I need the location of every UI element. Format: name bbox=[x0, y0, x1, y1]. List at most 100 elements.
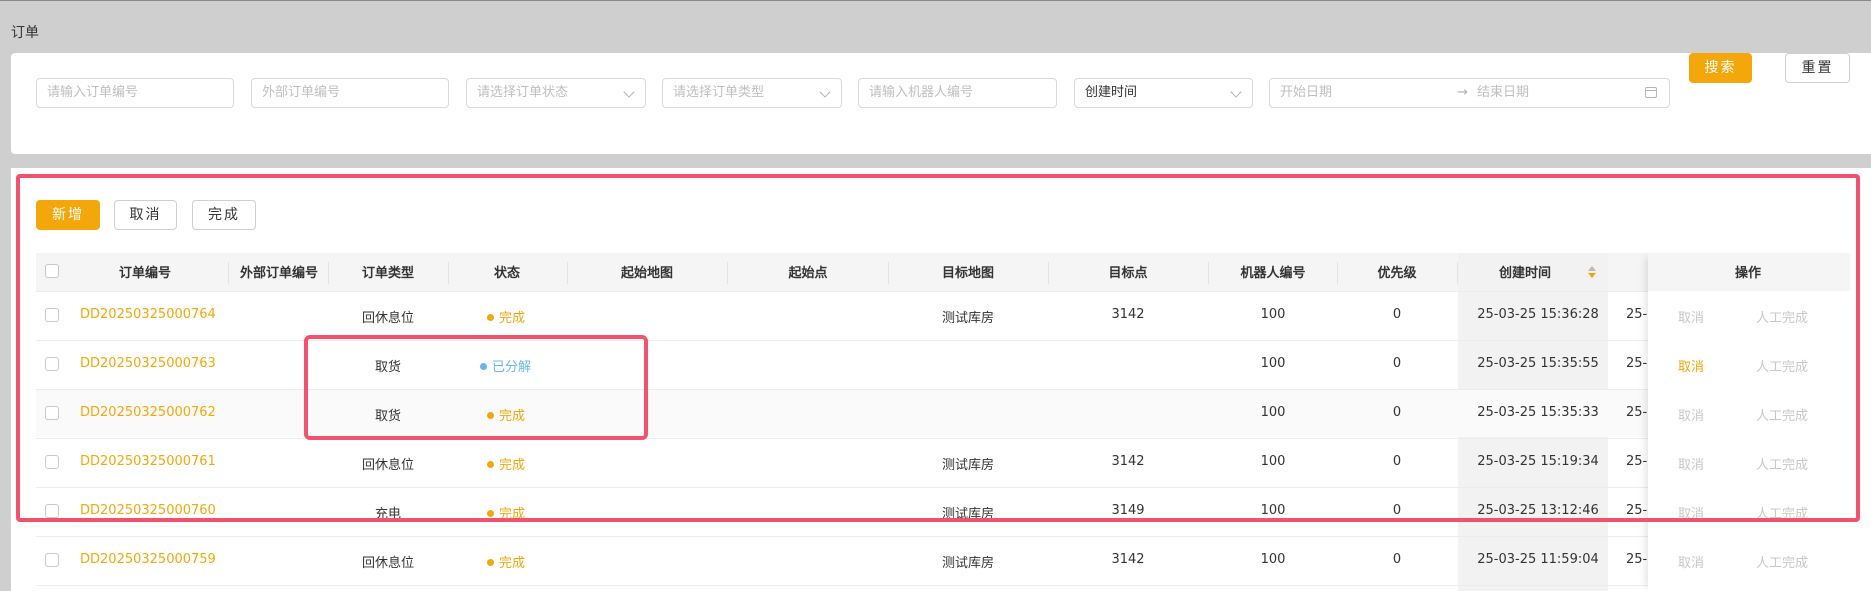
column-divider bbox=[727, 262, 728, 284]
add-button[interactable]: 新增 bbox=[36, 200, 100, 230]
target-point: 3142 bbox=[1111, 552, 1145, 567]
row-checkbox[interactable] bbox=[45, 553, 59, 567]
col-order-no: 订单编号 bbox=[118, 266, 171, 281]
robot-no: 100 bbox=[1260, 503, 1286, 518]
row-divider bbox=[36, 585, 1850, 586]
col-order-type: 订单类型 bbox=[361, 266, 414, 281]
col-robot-no: 机器人编号 bbox=[1240, 266, 1306, 281]
target-point: 3142 bbox=[1111, 454, 1145, 469]
row-cancel-link[interactable]: 取消 bbox=[1678, 503, 1704, 522]
row-checkbox[interactable] bbox=[45, 406, 59, 420]
status-badge: 已分解 bbox=[480, 356, 531, 375]
priority: 0 bbox=[1392, 356, 1402, 371]
robot-no: 100 bbox=[1260, 405, 1286, 420]
row-divider bbox=[36, 291, 1850, 292]
external-order-no-input[interactable]: 外部订单编号 bbox=[251, 78, 449, 108]
target-map: 测试库房 bbox=[941, 311, 994, 326]
target-point: 3149 bbox=[1111, 503, 1145, 518]
row-manual-complete-link[interactable]: 人工完成 bbox=[1756, 552, 1808, 571]
order-no-link[interactable]: DD20250325000764 bbox=[80, 307, 216, 322]
order-no-link[interactable]: DD20250325000763 bbox=[80, 356, 216, 371]
start-date-placeholder: 开始日期 bbox=[1280, 85, 1333, 100]
calendar-icon bbox=[1645, 87, 1657, 98]
chevron-down-icon bbox=[623, 86, 635, 98]
row-divider bbox=[36, 389, 1850, 390]
complete-button[interactable]: 完成 bbox=[192, 200, 256, 230]
sort-ascending-icon[interactable] bbox=[1588, 266, 1596, 271]
row-cancel-link[interactable]: 取消 bbox=[1678, 307, 1704, 326]
priority: 0 bbox=[1392, 454, 1402, 469]
row-manual-complete-link[interactable]: 人工完成 bbox=[1756, 405, 1808, 424]
created-time: 25-03-25 13:12:46 bbox=[1477, 503, 1599, 518]
chevron-down-icon bbox=[1230, 86, 1242, 98]
priority: 0 bbox=[1392, 503, 1402, 518]
col-status: 状态 bbox=[493, 266, 520, 281]
col-start-point: 起始点 bbox=[788, 266, 828, 281]
col-created-time[interactable]: 创建时间 bbox=[1475, 262, 1575, 281]
row-manual-complete-link[interactable]: 人工完成 bbox=[1756, 454, 1808, 473]
order-no-link[interactable]: DD20250325000759 bbox=[80, 552, 216, 567]
row-divider bbox=[36, 536, 1850, 537]
row-cancel-link[interactable]: 取消 bbox=[1678, 405, 1704, 424]
status-text: 完成 bbox=[499, 507, 526, 522]
filter-panel: 请输入订单编号 外部订单编号 请选择订单状态 请选择订单类型 请输入机器人编号 … bbox=[11, 53, 1871, 154]
row-cancel-link[interactable]: 取消 bbox=[1678, 356, 1704, 375]
truncated-cell: 25- bbox=[1626, 552, 1648, 567]
order-no-input[interactable]: 请输入订单编号 bbox=[36, 78, 234, 108]
status-text: 完成 bbox=[499, 458, 526, 473]
top-border bbox=[0, 0, 1871, 1]
row-checkbox[interactable] bbox=[45, 308, 59, 322]
column-divider bbox=[1457, 262, 1458, 284]
row-checkbox[interactable] bbox=[45, 455, 59, 469]
column-divider bbox=[567, 262, 568, 284]
order-no-link[interactable]: DD20250325000762 bbox=[80, 405, 216, 420]
created-time: 25-03-25 15:35:33 bbox=[1477, 405, 1599, 420]
robot-no: 100 bbox=[1260, 454, 1286, 469]
order-type-select[interactable]: 请选择订单类型 bbox=[662, 78, 842, 108]
sort-descending-icon[interactable] bbox=[1588, 273, 1596, 278]
order-type: 取货 bbox=[374, 360, 401, 375]
target-map: 测试库房 bbox=[941, 556, 994, 571]
created-time: 25-03-25 15:19:34 bbox=[1477, 454, 1599, 469]
column-divider bbox=[228, 262, 229, 284]
chevron-down-icon bbox=[819, 86, 831, 98]
row-manual-complete-link[interactable]: 人工完成 bbox=[1756, 356, 1808, 375]
order-type: 取货 bbox=[374, 409, 401, 424]
row-divider bbox=[36, 438, 1850, 439]
cancel-button[interactable]: 取消 bbox=[114, 200, 177, 230]
priority: 0 bbox=[1392, 307, 1402, 322]
col-external-no: 外部订单编号 bbox=[239, 266, 318, 281]
order-type: 回休息位 bbox=[361, 311, 414, 326]
truncated-cell: 25- bbox=[1626, 405, 1648, 420]
row-manual-complete-link[interactable]: 人工完成 bbox=[1756, 503, 1808, 522]
reset-button[interactable]: 重置 bbox=[1785, 53, 1850, 83]
row-checkbox[interactable] bbox=[45, 357, 59, 371]
order-no-link[interactable]: DD20250325000761 bbox=[80, 454, 216, 469]
target-map: 测试库房 bbox=[941, 507, 994, 522]
order-status-select[interactable]: 请选择订单状态 bbox=[466, 78, 646, 108]
end-date-placeholder: 结束日期 bbox=[1477, 85, 1530, 100]
row-manual-complete-link[interactable]: 人工完成 bbox=[1756, 307, 1808, 326]
column-divider bbox=[1048, 262, 1049, 284]
row-checkbox[interactable] bbox=[45, 504, 59, 518]
date-range-picker[interactable]: 开始日期 → 结束日期 bbox=[1269, 78, 1670, 108]
status-dot-icon bbox=[487, 412, 494, 419]
operation-column: 操作 取消 人工完成 取消 人工完成 取消 人工完成 取消 人工完成 取消 人工… bbox=[1648, 253, 1850, 591]
robot-no: 100 bbox=[1260, 307, 1286, 322]
row-cancel-link[interactable]: 取消 bbox=[1678, 454, 1704, 473]
select-all-checkbox[interactable] bbox=[45, 264, 59, 278]
col-target-point: 目标点 bbox=[1108, 266, 1148, 281]
target-map: 测试库房 bbox=[941, 458, 994, 473]
time-type-value: 创建时间 bbox=[1085, 85, 1138, 100]
col-start-map: 起始地图 bbox=[620, 266, 673, 281]
target-point: 3142 bbox=[1111, 307, 1145, 322]
column-divider bbox=[888, 262, 889, 284]
time-type-select[interactable]: 创建时间 bbox=[1074, 78, 1253, 108]
order-no-link[interactable]: DD20250325000760 bbox=[80, 503, 216, 518]
row-cancel-link[interactable]: 取消 bbox=[1678, 552, 1704, 571]
col-operation: 操作 bbox=[1734, 266, 1761, 281]
search-button[interactable]: 搜索 bbox=[1689, 53, 1752, 83]
row-divider bbox=[36, 340, 1850, 341]
order-type: 充电 bbox=[374, 507, 401, 522]
robot-no-input[interactable]: 请输入机器人编号 bbox=[858, 78, 1057, 108]
